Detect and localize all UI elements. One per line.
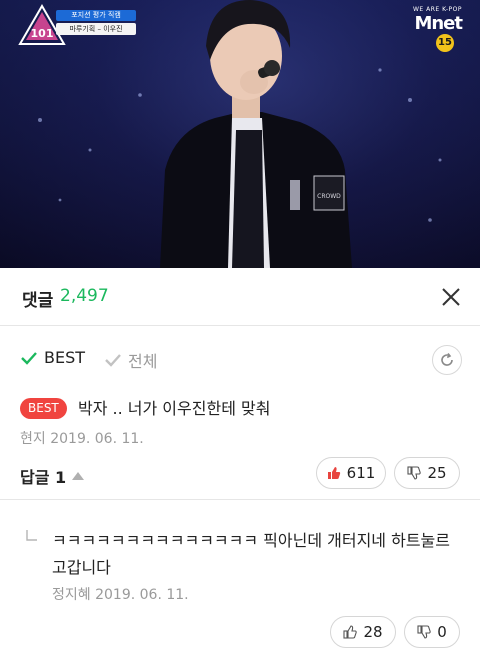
- performer-image: CROWD: [38, 0, 442, 268]
- check-icon-inactive: [105, 354, 121, 367]
- reply-arrow-icon: [26, 530, 37, 541]
- reply-count-label: 답글 1: [20, 468, 67, 487]
- comment-date: 2019. 06. 11.: [50, 431, 144, 447]
- show-badge: 포지션 평가 직캠 마루기획 – 이우진: [56, 10, 166, 35]
- logo-text: 101: [31, 27, 54, 40]
- filter-best[interactable]: BEST: [20, 348, 85, 367]
- dislike-button[interactable]: 25: [394, 457, 460, 489]
- reply-toggle[interactable]: 답글 1: [20, 464, 85, 488]
- thumbs-down-icon: [417, 625, 431, 639]
- channel-logo: WE ARE K-POP Mnet: [412, 6, 463, 34]
- check-icon: [21, 351, 37, 365]
- close-icon: [442, 288, 460, 306]
- show-badge-top: 포지션 평가 직캠: [56, 10, 136, 21]
- filter-all-label: 전체: [128, 352, 158, 371]
- svg-text:CROWD: CROWD: [317, 193, 341, 200]
- best-badge: BEST: [20, 398, 67, 419]
- comment-filter-bar: BEST 전체: [0, 326, 480, 388]
- reply-like-button[interactable]: 28: [330, 616, 396, 648]
- reply-meta: 정지혜 2019. 06. 11.: [52, 584, 189, 604]
- channel-name: Mnet: [414, 13, 463, 34]
- reply-date: 2019. 06. 11.: [95, 587, 189, 603]
- filter-best-label: BEST: [44, 348, 86, 367]
- comments-header: 댓글 2,497: [0, 268, 480, 326]
- reply-item: ㅋㅋㅋㅋㅋㅋㅋㅋㅋㅋㅋㅋㅋㅋ 픽아닌데 개터지네 하트눌르고갑니다 정지혜 20…: [0, 500, 480, 658]
- reply-author: 정지혜: [52, 587, 91, 603]
- channel-tagline: WE ARE K-POP: [412, 6, 462, 13]
- dislike-count: 25: [427, 464, 447, 482]
- close-button[interactable]: [440, 286, 462, 308]
- reply-text: ㅋㅋㅋㅋㅋㅋㅋㅋㅋㅋㅋㅋㅋㅋ 픽아닌데 개터지네 하트눌르고갑니다: [52, 531, 450, 577]
- like-count: 611: [346, 464, 376, 482]
- comment-item: BEST 박자 .. 너가 이우진한테 맞춰 현지 2019. 06. 11. …: [0, 388, 480, 500]
- age-rating-badge: 15: [436, 34, 454, 52]
- thumbs-up-icon: [343, 625, 358, 639]
- thumbs-down-icon: [407, 466, 422, 480]
- reply-dislike-count: 0: [437, 623, 447, 641]
- show-badge-bottom: 마루기획 – 이우진: [56, 23, 136, 35]
- reply-dislike-button[interactable]: 0: [404, 616, 460, 648]
- refresh-button[interactable]: [432, 345, 462, 375]
- video-player[interactable]: CROWD 101 포지션 평가 직캠 마루기획 – 이우진 WE ARE K-…: [0, 0, 480, 268]
- comment-meta: 현지 2019. 06. 11.: [20, 428, 144, 448]
- comments-title: 댓글: [22, 291, 54, 311]
- like-button[interactable]: 611: [316, 457, 386, 489]
- thumbs-up-icon: [327, 467, 340, 479]
- reply-like-count: 28: [363, 623, 383, 641]
- refresh-icon: [441, 353, 453, 366]
- comment-text: 박자 .. 너가 이우진한테 맞춰: [78, 399, 271, 418]
- comment-author: 현지: [20, 431, 46, 447]
- caret-up-icon: [72, 472, 85, 480]
- filter-all[interactable]: 전체: [104, 348, 157, 372]
- comments-count: 2,497: [60, 286, 109, 306]
